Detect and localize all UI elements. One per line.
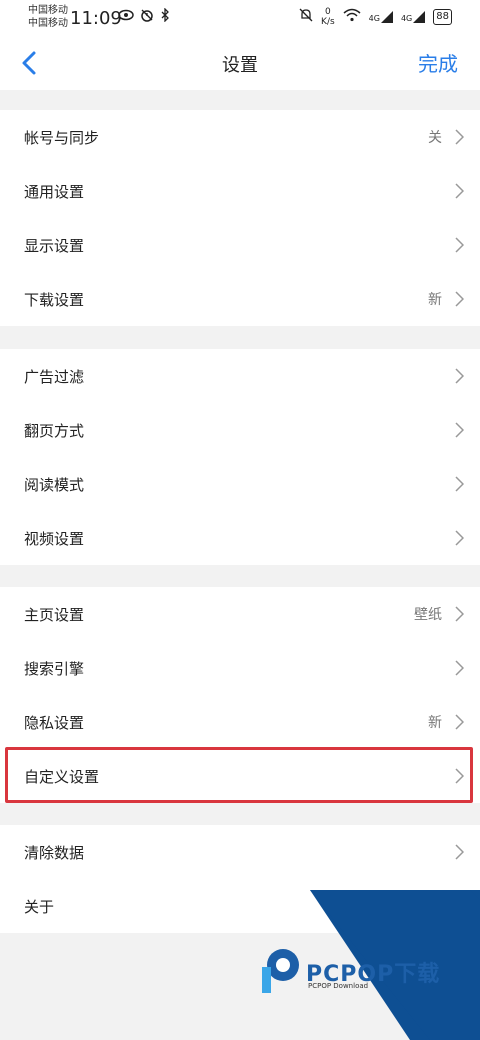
chevron-right-icon xyxy=(455,368,464,384)
settings-row-ad-filter[interactable]: 广告过滤 xyxy=(0,349,480,403)
row-label: 翻页方式 xyxy=(24,421,85,440)
settings-row-video[interactable]: 视频设置 xyxy=(0,511,480,565)
net-speed: 0 K/s xyxy=(321,7,335,27)
settings-row-general[interactable]: 通用设置 xyxy=(0,164,480,218)
settings-row-display[interactable]: 显示设置 xyxy=(0,218,480,272)
row-label: 隐私设置 xyxy=(24,713,85,732)
chevron-right-icon xyxy=(455,237,464,253)
signal-1: 4G xyxy=(369,11,393,23)
settings-group-1: 帐号与同步 关 通用设置 显示设置 下载设置 新 xyxy=(0,110,480,326)
signal-2: 4G xyxy=(400,11,426,23)
chevron-right-icon xyxy=(455,530,464,546)
net-speed-unit: K/s xyxy=(321,17,335,27)
bluetooth-icon xyxy=(160,7,170,26)
row-label: 下载设置 xyxy=(24,290,85,309)
status-icons-right: 0 K/s 4G 4G 88 xyxy=(299,7,452,27)
carrier-1: 中国移动 xyxy=(28,5,68,16)
settings-row-reading-mode[interactable]: 阅读模式 xyxy=(0,457,480,511)
alarm-icon xyxy=(140,8,154,26)
eye-icon xyxy=(118,8,134,26)
signal-2-label: 4G xyxy=(400,14,413,23)
row-label: 显示设置 xyxy=(24,236,85,255)
row-label: 主页设置 xyxy=(24,605,85,624)
chevron-right-icon xyxy=(455,606,464,622)
settings-row-download[interactable]: 下载设置 新 xyxy=(0,272,480,326)
settings-group-2: 广告过滤 翻页方式 阅读模式 视频设置 xyxy=(0,349,480,565)
nav-bar: 设置 完成 xyxy=(0,36,480,90)
row-value: 新 xyxy=(428,715,442,731)
chevron-right-icon xyxy=(455,660,464,676)
row-label: 帐号与同步 xyxy=(24,128,100,147)
row-label: 通用设置 xyxy=(24,182,85,201)
row-value: 新 xyxy=(428,292,442,308)
watermark-sub: PCPOP Download xyxy=(308,982,369,990)
settings-row-account-sync[interactable]: 帐号与同步 关 xyxy=(0,110,480,164)
highlight-box xyxy=(5,747,473,803)
signal-bars-icon xyxy=(413,11,426,23)
chevron-right-icon xyxy=(455,291,464,307)
settings-row-clear-data[interactable]: 清除数据 xyxy=(0,825,480,879)
signal-bars-icon xyxy=(380,11,393,23)
row-value: 壁纸 xyxy=(414,607,442,623)
settings-row-search-engine[interactable]: 搜索引擎 xyxy=(0,641,480,695)
page-title: 设置 xyxy=(222,55,258,76)
row-value: 关 xyxy=(428,130,442,146)
signal-1-label: 4G xyxy=(368,14,380,23)
row-label: 搜索引擎 xyxy=(24,659,85,678)
mute-icon xyxy=(299,8,313,26)
row-label: 阅读模式 xyxy=(24,475,85,494)
chevron-right-icon xyxy=(455,129,464,145)
carrier-2: 中国移动 xyxy=(28,18,68,29)
chevron-right-icon xyxy=(455,844,464,860)
carrier-names: 中国移动 中国移动 xyxy=(28,4,68,30)
row-label: 关于 xyxy=(24,897,55,916)
settings-row-page-turn[interactable]: 翻页方式 xyxy=(0,403,480,457)
done-button[interactable]: 完成 xyxy=(418,48,458,77)
row-label: 视频设置 xyxy=(24,529,85,548)
battery-icon: 88 xyxy=(433,9,452,25)
status-icons-left xyxy=(118,7,170,26)
status-bar: 中国移动 中国移动 11:09 0 K/s 4G 4G 88 xyxy=(0,0,480,36)
pcpop-logo-icon xyxy=(262,949,299,993)
chevron-right-icon xyxy=(455,422,464,438)
status-time: 11:09 xyxy=(70,8,122,29)
settings-row-privacy[interactable]: 隐私设置 新 xyxy=(0,695,480,749)
wifi-icon xyxy=(343,8,361,26)
settings-row-homepage[interactable]: 主页设置 壁纸 xyxy=(0,587,480,641)
chevron-right-icon xyxy=(455,183,464,199)
net-speed-value: 0 xyxy=(324,7,331,17)
row-label: 清除数据 xyxy=(24,843,85,862)
row-label: 广告过滤 xyxy=(24,367,85,386)
chevron-right-icon xyxy=(455,476,464,492)
chevron-right-icon xyxy=(455,714,464,730)
